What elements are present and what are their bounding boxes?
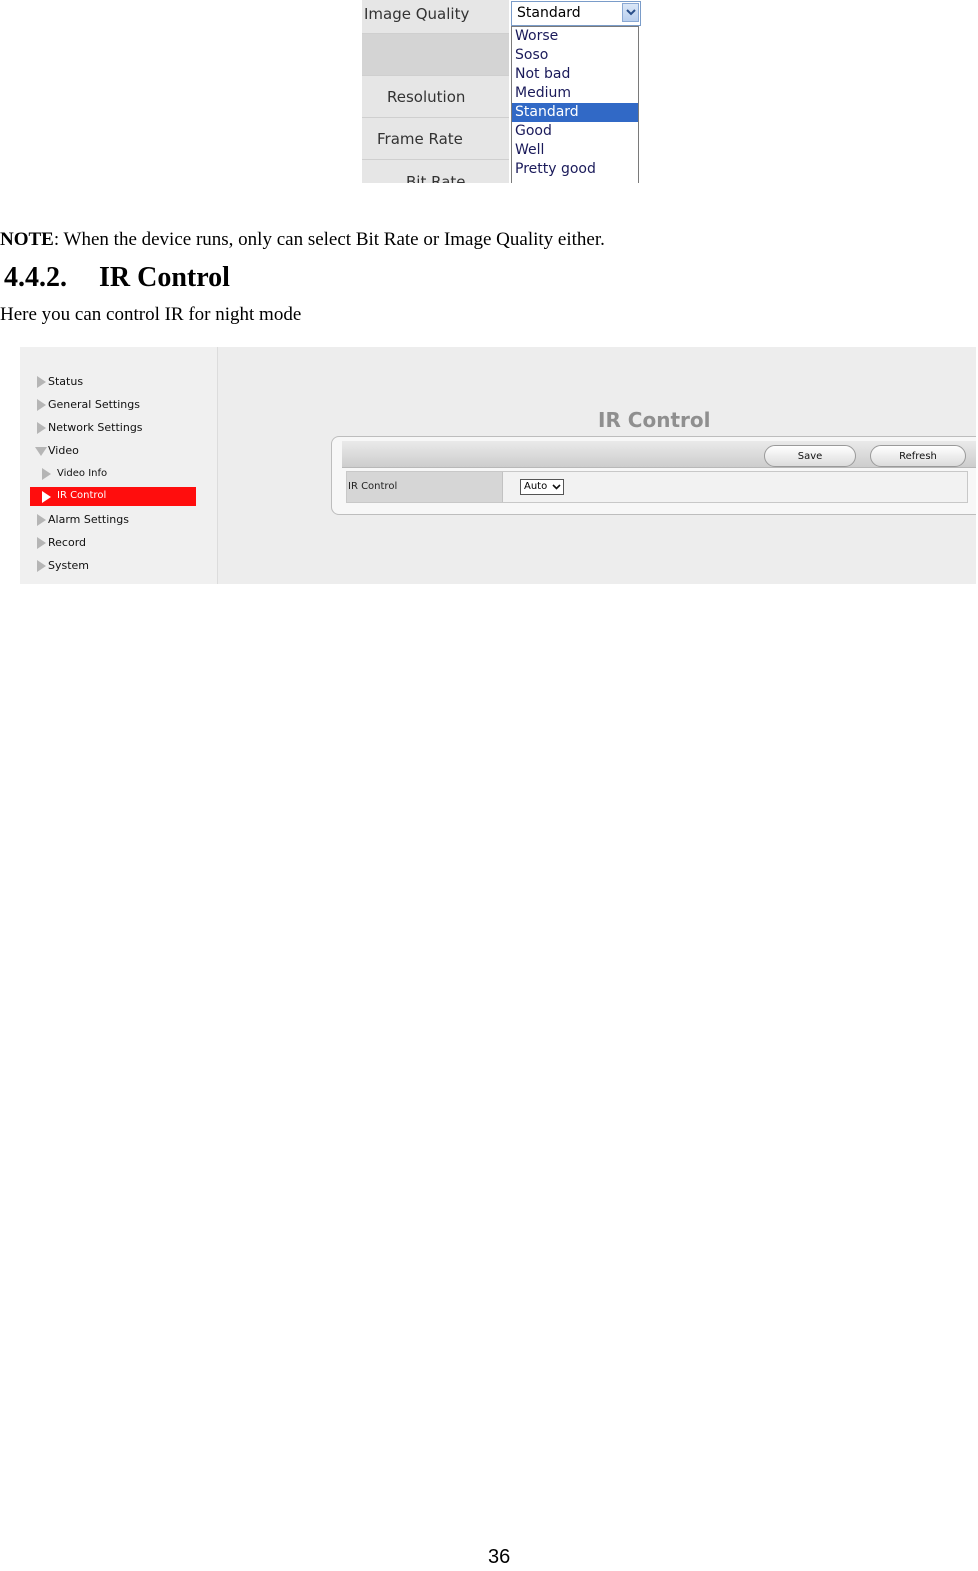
section-heading: 4.4.2. IR Control [4, 262, 230, 294]
sidebar-item-label: Alarm Settings [48, 513, 129, 526]
save-button[interactable]: Save [764, 445, 856, 467]
refresh-button[interactable]: Refresh [870, 445, 966, 467]
option-medium[interactable]: Medium [512, 84, 638, 103]
section-title: IR Control [99, 262, 230, 293]
page-title: IR Control [598, 408, 711, 432]
option-not-bad[interactable]: Not bad [512, 65, 638, 84]
triangle-right-icon [37, 376, 46, 388]
sidebar-item-label: IR Control [57, 490, 107, 501]
resolution-label: Resolution [387, 87, 466, 106]
sidebar-item-label: Status [48, 375, 84, 388]
sidebar-item-label: Network Settings [48, 421, 143, 434]
sidebar-item-ir-control[interactable]: IR Control [20, 486, 217, 506]
sidebar-item-alarm-settings[interactable]: Alarm Settings [20, 510, 217, 530]
option-soso[interactable]: Soso [512, 46, 638, 65]
triangle-right-icon [37, 399, 46, 411]
sidebar-item-general-settings[interactable]: General Settings [20, 395, 217, 415]
resolution-label-cell: Resolution [362, 76, 509, 118]
ir-control-label-cell: IR Control [347, 472, 503, 502]
triangle-right-icon [37, 514, 46, 526]
sidebar-item-status[interactable]: Status [20, 372, 217, 392]
sidebar-item-record[interactable]: Record [20, 533, 217, 553]
section-intro: Here you can control IR for night mode [0, 304, 302, 325]
section-number: 4.4.2. [4, 262, 67, 293]
triangle-right-icon [42, 491, 51, 503]
option-pretty-good[interactable]: Pretty good [512, 160, 638, 179]
sidebar-item-video-info[interactable]: Video Info [20, 464, 217, 484]
chevron-down-icon [552, 484, 561, 490]
option-good[interactable]: Good [512, 122, 638, 141]
bit-rate-label-cell: Bit Rate [362, 160, 509, 183]
image-quality-options-list: Worse Soso Not bad Medium Standard Good … [511, 26, 639, 183]
ir-control-value: Auto [524, 481, 548, 492]
bit-rate-label: Bit Rate [406, 173, 466, 183]
sidebar: Status General Settings Network Settings… [20, 347, 218, 584]
note-label: NOTE [0, 229, 54, 250]
sidebar-item-label: Record [48, 536, 87, 549]
triangle-right-icon [37, 537, 46, 549]
chevron-down-icon[interactable] [622, 3, 639, 22]
toolbar: Save Refresh [342, 441, 976, 468]
page-number: 36 [488, 1546, 511, 1568]
triangle-right-icon [37, 422, 46, 434]
option-well[interactable]: Well [512, 141, 638, 160]
image-quality-label-cell: Image Quality [362, 0, 509, 34]
sidebar-item-system[interactable]: System [20, 556, 217, 576]
triangle-down-icon [35, 447, 47, 456]
triangle-right-icon [42, 468, 51, 480]
sidebar-item-network-settings[interactable]: Network Settings [20, 418, 217, 438]
ir-control-screenshot: Status General Settings Network Settings… [20, 347, 976, 584]
frame-rate-label-cell: Frame Rate [362, 118, 509, 160]
ir-control-label: IR Control [348, 481, 398, 492]
sidebar-item-video[interactable]: Video [20, 441, 217, 461]
active-highlight [30, 487, 196, 506]
sidebar-item-label: Video [48, 444, 79, 457]
ir-control-select[interactable]: Auto [520, 479, 564, 495]
blank-label-cell [362, 34, 509, 76]
triangle-right-icon [37, 560, 46, 572]
sidebar-item-label: General Settings [48, 398, 140, 411]
ir-control-row: IR Control Auto [346, 471, 968, 503]
image-quality-select[interactable]: Standard [511, 1, 641, 26]
image-quality-label: Image Quality [364, 5, 470, 23]
image-quality-screenshot: Image Quality Resolution Frame Rate Bit … [362, 0, 643, 183]
option-worse[interactable]: Worse [512, 27, 638, 46]
image-quality-selected-value: Standard [517, 5, 581, 21]
note-paragraph: NOTE: When the device runs, only can sel… [0, 229, 605, 251]
sidebar-item-label: System [48, 559, 90, 572]
option-standard[interactable]: Standard [512, 103, 638, 122]
settings-panel: Save Refresh IR Control Auto [331, 436, 976, 515]
frame-rate-label: Frame Rate [377, 129, 463, 148]
sidebar-item-label: Video Info [57, 468, 108, 479]
note-text: : When the device runs, only can select … [53, 229, 605, 250]
